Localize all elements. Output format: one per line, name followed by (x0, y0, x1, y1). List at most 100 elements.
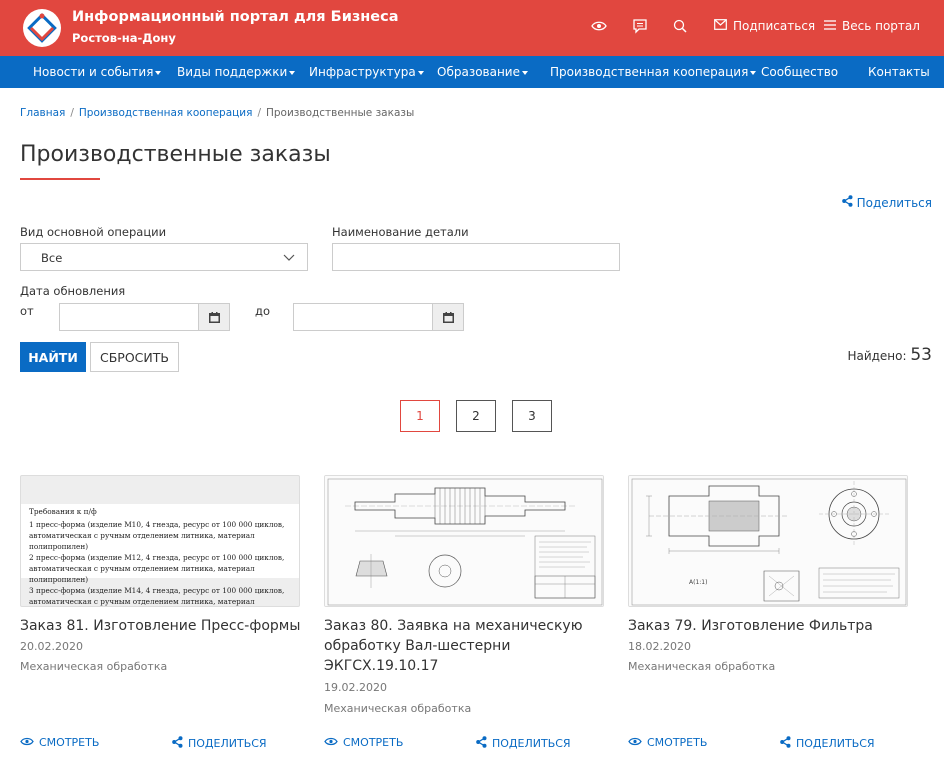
date-updated-label: Дата обновления (20, 284, 126, 298)
eye-icon (628, 736, 642, 749)
svg-text:А(1:1): А(1:1) (689, 579, 707, 586)
page-title: Производственные заказы (20, 142, 331, 167)
share-label: Поделиться (856, 195, 932, 210)
reset-button[interactable]: СБРОСИТЬ (90, 342, 179, 372)
nav-item-news[interactable]: Новости и события (33, 65, 162, 79)
image-text-line: 1 пресс-форма (изделие М10, 4 гнезда, ре… (29, 520, 285, 529)
nav-item-cooperation[interactable]: Производственная кооперация (550, 65, 757, 79)
page-button-3[interactable]: 3 (512, 400, 552, 432)
image-text-line: автоматическая с ручным отделением литни… (29, 597, 255, 606)
image-text-line: Требования к п/ф (29, 507, 97, 516)
image-text-line: 2 пресс-форма (изделие М12, 4 гнезда, ре… (29, 553, 285, 562)
operation-type-value: Все (41, 251, 63, 265)
caret-down-icon (750, 70, 757, 75)
technical-drawing: А(1:1) (629, 476, 907, 606)
part-name-label: Наименование детали (332, 225, 469, 239)
order-date: 18.02.2020 (628, 640, 691, 653)
eye-icon[interactable] (591, 18, 607, 34)
nav-item-label: Контакты (868, 65, 930, 79)
breadcrumb: Главная / Производственная кооперация / Прои… (20, 107, 414, 119)
nav-item-contacts[interactable]: Контакты (868, 65, 930, 79)
subscribe-link[interactable]: Подписаться (714, 19, 815, 33)
caret-down-icon (522, 70, 528, 75)
caret-down-icon (289, 70, 296, 75)
eye-icon (324, 736, 338, 749)
operation-type-label: Вид основной операции (20, 225, 167, 239)
find-button[interactable]: НАЙТИ (20, 342, 86, 372)
portal-subtitle: Ростов-на-Дону (72, 31, 176, 45)
operation-type-select[interactable]: Все (20, 243, 308, 271)
order-date: 20.02.2020 (20, 640, 83, 653)
top-header: Информационный портал для Бизнеса Ростов… (0, 0, 944, 56)
view-link[interactable]: СМОТРЕТЬ (324, 736, 403, 749)
envelope-icon (714, 19, 727, 33)
title-underline (20, 178, 100, 180)
nav-item-education[interactable]: Образование (437, 65, 528, 79)
date-to-label: до (255, 304, 270, 318)
share-icon (476, 736, 487, 751)
order-category: Механическая обработка (324, 702, 472, 715)
order-image[interactable]: Требования к п/ф 1 пресс-форма (изделие … (20, 475, 300, 607)
image-text-line: автоматическая с ручным отделением литни… (29, 564, 255, 584)
nav-item-label: Новости и события (33, 65, 154, 79)
order-image[interactable] (324, 475, 604, 607)
results-count: Найдено: 53 (847, 345, 932, 365)
share-link[interactable]: ПОДЕЛИТЬСЯ (476, 736, 571, 751)
breadcrumb-home[interactable]: Главная (20, 107, 65, 119)
main-nav: Новости и события Виды поддержки Инфраст… (0, 56, 944, 88)
share-page-link[interactable]: Поделиться (841, 195, 932, 210)
nav-item-label: Виды поддержки (177, 65, 288, 79)
breadcrumb-current: Производственные заказы (265, 107, 415, 119)
date-from-input[interactable] (59, 303, 199, 331)
image-text-line: автоматическая с ручным отделением литни… (29, 531, 255, 551)
order-title[interactable]: Заказ 80. Заявка на механическую обработ… (324, 616, 604, 676)
share-label: ПОДЕЛИТЬСЯ (492, 737, 571, 750)
calendar-icon (442, 308, 454, 327)
date-to-input[interactable] (293, 303, 433, 331)
page-button-2[interactable]: 2 (456, 400, 496, 432)
nav-item-label: Образование (437, 65, 520, 79)
page-button-1[interactable]: 1 (400, 400, 440, 432)
share-icon (841, 195, 853, 210)
found-label: Найдено: (847, 349, 907, 363)
nav-item-community[interactable]: Сообщество (761, 65, 838, 79)
chevron-down-icon (283, 251, 295, 263)
view-label: СМОТРЕТЬ (647, 736, 708, 749)
order-image[interactable]: А(1:1) (628, 475, 908, 607)
order-category: Механическая обработка (628, 660, 776, 673)
breadcrumb-parent[interactable]: Производственная кооперация (79, 107, 253, 119)
search-icon[interactable] (672, 18, 688, 34)
portal-title[interactable]: Информационный портал для Бизнеса (72, 9, 399, 25)
view-label: СМОТРЕТЬ (39, 736, 100, 749)
nav-item-infrastructure[interactable]: Инфраструктура (309, 65, 424, 79)
breadcrumb-separator: / (70, 107, 74, 119)
order-title[interactable]: Заказ 81. Изготовление Пресс-формы (20, 616, 310, 636)
image-text-line: 3 пресс-форма (изделие М14, 4 гнезда, ре… (29, 586, 285, 595)
all-portal-label: Весь портал (842, 19, 920, 33)
share-label: ПОДЕЛИТЬСЯ (796, 737, 875, 750)
share-link[interactable]: ПОДЕЛИТЬСЯ (172, 736, 267, 751)
share-link[interactable]: ПОДЕЛИТЬСЯ (780, 736, 875, 751)
calendar-icon (208, 308, 220, 327)
menu-icon (824, 19, 836, 33)
order-category: Механическая обработка (20, 660, 168, 673)
date-to-calendar-button[interactable] (432, 303, 464, 331)
order-date: 19.02.2020 (324, 681, 387, 694)
caret-down-icon (417, 70, 424, 75)
date-from-calendar-button[interactable] (198, 303, 230, 331)
nav-item-label: Сообщество (761, 65, 839, 79)
subscribe-label: Подписаться (733, 19, 816, 33)
all-portal-link[interactable]: Весь портал (824, 19, 920, 33)
nav-item-support[interactable]: Виды поддержки (177, 65, 296, 79)
chat-icon[interactable] (632, 18, 648, 34)
eye-icon (20, 736, 34, 749)
portal-logo-icon[interactable] (22, 8, 62, 48)
order-title[interactable]: Заказ 79. Изготовление Фильтра (628, 616, 908, 636)
date-from-label: от (20, 304, 34, 318)
view-link[interactable]: СМОТРЕТЬ (628, 736, 707, 749)
technical-drawing (325, 476, 603, 606)
view-label: СМОТРЕТЬ (343, 736, 404, 749)
view-link[interactable]: СМОТРЕТЬ (20, 736, 99, 749)
part-name-input[interactable] (332, 243, 620, 271)
order-image-text: Требования к п/ф 1 пресс-форма (изделие … (21, 504, 299, 606)
